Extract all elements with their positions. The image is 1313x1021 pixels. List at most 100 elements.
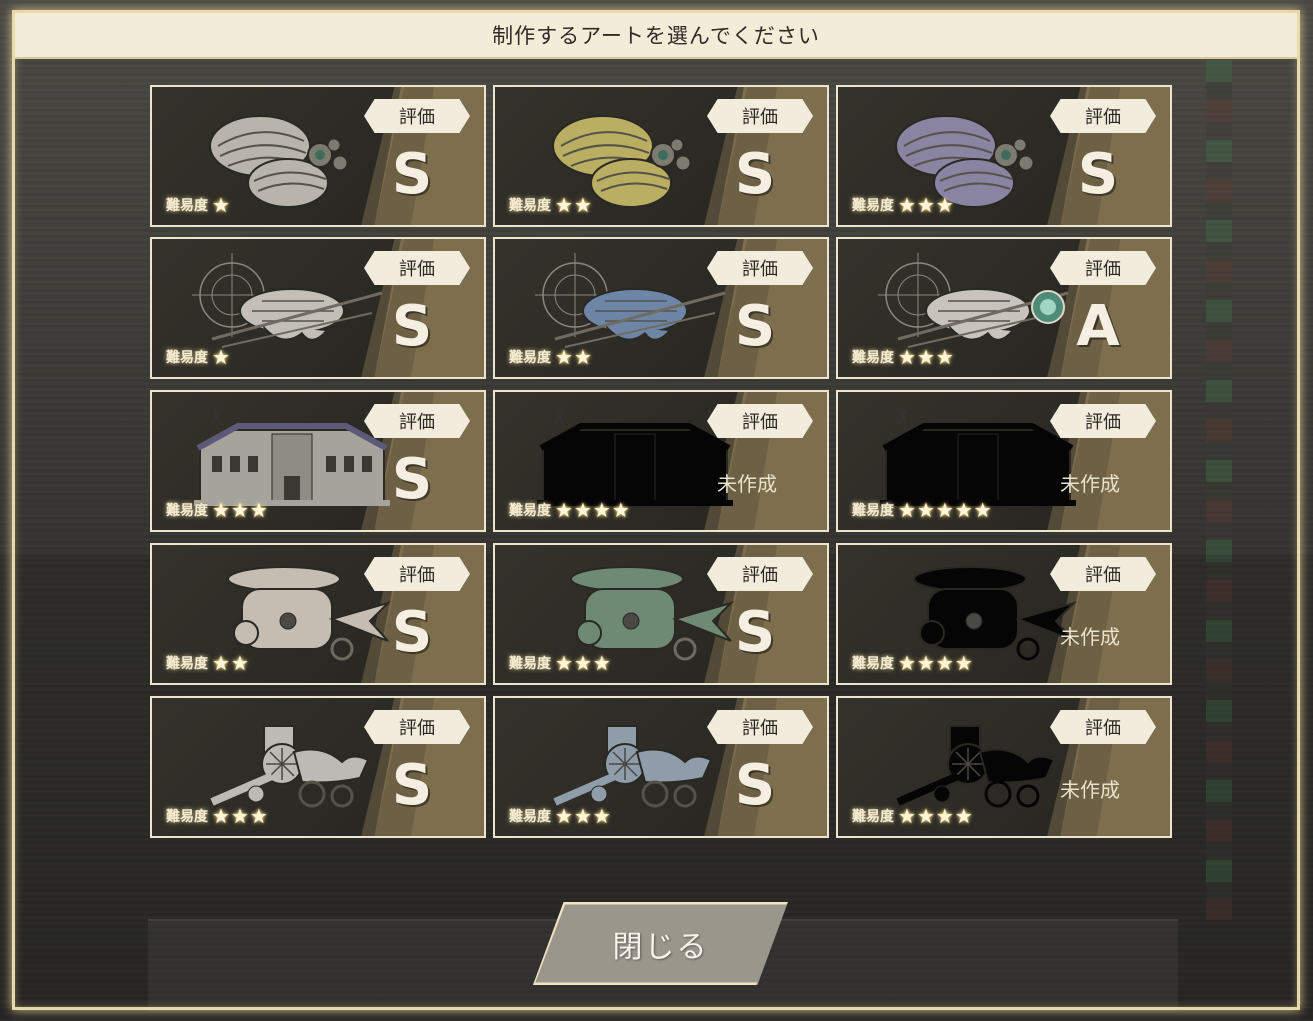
art-card[interactable]: 評価 S 難易度 ★ ★ (150, 543, 486, 685)
star-icon: ★ (916, 498, 935, 522)
star-icon: ★ (592, 804, 611, 828)
difficulty-label: 難易度 (509, 198, 551, 214)
difficulty-rating: 難易度 ★ (166, 347, 231, 367)
art-card[interactable]: 評価 未作成 難易度 ★ ★ ★ ★ (836, 543, 1172, 685)
rating-badge: 評価 (1050, 557, 1156, 591)
star-icon: ★ (898, 498, 916, 522)
difficulty-rating: 難易度 ★ ★ ★ (509, 806, 612, 826)
not-created-status: 未作成 (1060, 778, 1120, 802)
star-icon: ★ (592, 498, 611, 522)
difficulty-label: 難易度 (166, 809, 208, 825)
rating-badge: 評価 (364, 710, 470, 744)
art-card[interactable]: 評価 S 難易度 ★ ★ (493, 85, 829, 227)
not-created-status: 未作成 (717, 472, 777, 496)
difficulty-label: 難易度 (852, 656, 894, 672)
star-icon: ★ (212, 804, 230, 828)
difficulty-label: 難易度 (509, 656, 551, 672)
close-button[interactable]: 閉じる (533, 902, 788, 985)
art-card[interactable]: 評価 S 難易度 ★ ★ (493, 237, 829, 379)
star-icon: ★ (212, 498, 230, 522)
rating-grade: S (391, 294, 433, 359)
star-icon: ★ (611, 498, 630, 522)
rating-label: 評価 (399, 259, 435, 280)
art-card[interactable]: 評価 S 難易度 ★ ★ ★ (836, 85, 1172, 227)
rating-badge: 評価 (707, 99, 813, 133)
art-card[interactable]: 評価 S 難易度 ★ ★ ★ (150, 696, 486, 838)
star-icon: ★ (916, 345, 935, 369)
art-card[interactable]: 評価 S 難易度 ★ ★ ★ (493, 543, 829, 685)
rating-badge: 評価 (364, 99, 470, 133)
rating-badge: 評価 (707, 251, 813, 285)
art-card[interactable]: 評価 S 難易度 ★ ★ ★ (150, 390, 486, 532)
star-icon: ★ (230, 804, 249, 828)
star-icon: ★ (555, 804, 573, 828)
star-icon: ★ (249, 498, 268, 522)
star-icon: ★ (573, 498, 592, 522)
star-icon: ★ (898, 193, 916, 217)
star-icon: ★ (935, 804, 954, 828)
star-icon: ★ (973, 498, 992, 522)
star-icon: ★ (592, 651, 611, 675)
rating-grade: S (734, 142, 776, 207)
difficulty-label: 難易度 (852, 350, 894, 366)
rating-label: 評価 (1085, 259, 1121, 280)
star-icon: ★ (230, 651, 249, 675)
star-icon: ★ (898, 804, 916, 828)
difficulty-rating: 難易度 ★ ★ (166, 653, 250, 673)
star-icon: ★ (916, 651, 935, 675)
art-card[interactable]: 評価 S 難易度 ★ (150, 85, 486, 227)
art-card[interactable]: 評価 S 難易度 ★ (150, 237, 486, 379)
star-icon: ★ (954, 498, 973, 522)
rating-grade: A (1076, 294, 1120, 359)
rating-label: 評価 (399, 565, 435, 586)
rating-grade: S (391, 447, 433, 512)
difficulty-rating: 難易度 ★ ★ (509, 347, 593, 367)
star-icon: ★ (916, 193, 935, 217)
star-icon: ★ (954, 804, 973, 828)
difficulty-label: 難易度 (852, 503, 894, 519)
difficulty-rating: 難易度 ★ ★ ★ (166, 500, 269, 520)
art-card[interactable]: 評価 未作成 難易度 ★ ★ ★ ★ ★ (836, 390, 1172, 532)
star-icon: ★ (573, 804, 592, 828)
rating-grade: S (391, 753, 433, 818)
star-icon: ★ (935, 498, 954, 522)
star-icon: ★ (230, 498, 249, 522)
difficulty-label: 難易度 (509, 503, 551, 519)
rating-badge: 評価 (364, 557, 470, 591)
difficulty-label: 難易度 (852, 809, 894, 825)
star-icon: ★ (555, 498, 573, 522)
star-icon: ★ (249, 804, 268, 828)
difficulty-rating: 難易度 ★ ★ ★ (509, 653, 612, 673)
art-card[interactable]: 評価 A 難易度 ★ ★ ★ (836, 237, 1172, 379)
rating-grade: S (734, 294, 776, 359)
art-card[interactable]: 評価 未作成 難易度 ★ ★ ★ ★ (836, 696, 1172, 838)
star-icon: ★ (573, 345, 592, 369)
art-card[interactable]: 評価 S 難易度 ★ ★ ★ (493, 696, 829, 838)
star-icon: ★ (555, 651, 573, 675)
rating-label: 評価 (742, 718, 778, 739)
star-icon: ★ (935, 345, 954, 369)
rating-label: 評価 (742, 107, 778, 128)
star-icon: ★ (954, 651, 973, 675)
not-created-status: 未作成 (1060, 625, 1120, 649)
rating-badge: 評価 (364, 404, 470, 438)
rating-badge: 評価 (1050, 251, 1156, 285)
star-icon: ★ (935, 651, 954, 675)
art-card[interactable]: 評価 未作成 難易度 ★ ★ ★ ★ (493, 390, 829, 532)
rating-label: 評価 (1085, 107, 1121, 128)
rating-badge: 評価 (707, 710, 813, 744)
star-icon: ★ (555, 193, 573, 217)
difficulty-label: 難易度 (166, 656, 208, 672)
star-icon: ★ (555, 345, 573, 369)
star-icon: ★ (935, 193, 954, 217)
rating-label: 評価 (1085, 412, 1121, 433)
rating-badge: 評価 (364, 251, 470, 285)
difficulty-rating: 難易度 ★ ★ ★ ★ (852, 653, 974, 673)
difficulty-rating: 難易度 ★ ★ ★ ★ (852, 806, 974, 826)
not-created-status: 未作成 (1060, 472, 1120, 496)
rating-label: 評価 (399, 718, 435, 739)
rating-label: 評価 (399, 412, 435, 433)
star-icon: ★ (898, 651, 916, 675)
rating-badge: 評価 (1050, 404, 1156, 438)
rating-grade: S (1077, 142, 1119, 207)
